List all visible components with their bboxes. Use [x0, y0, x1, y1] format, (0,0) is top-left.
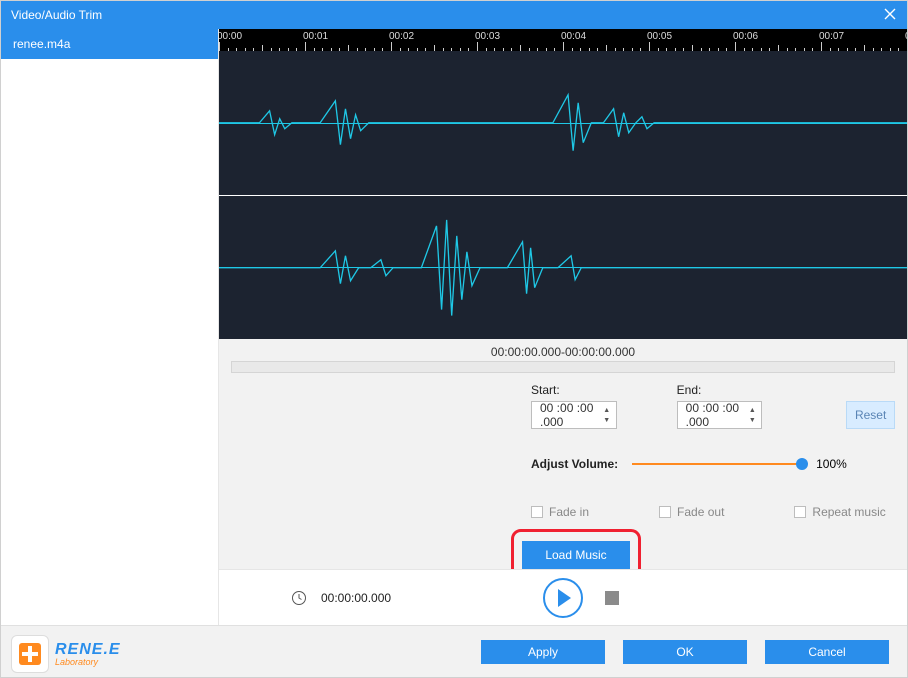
- play-button[interactable]: [543, 578, 583, 618]
- chevron-down-icon: ▼: [747, 415, 757, 425]
- ruler-tick-label: 00:06: [733, 31, 758, 42]
- sidebar-item-file[interactable]: renee.m4a: [1, 29, 218, 59]
- fade-out-label: Fade out: [677, 505, 724, 519]
- start-time-input[interactable]: 00 :00 :00 .000 ▲▼: [531, 401, 617, 429]
- close-icon: [884, 8, 896, 20]
- load-music-button[interactable]: Load Music: [522, 541, 630, 569]
- end-spinner[interactable]: ▲▼: [747, 405, 757, 425]
- current-time: 00:00:00.000: [321, 591, 391, 605]
- clock-icon: [291, 590, 307, 606]
- repeat-music-checkbox[interactable]: Repeat music: [794, 505, 885, 519]
- chevron-down-icon: ▼: [602, 415, 612, 425]
- ruler-tick-label: 00:02: [389, 31, 414, 42]
- ruler-tick-label: 00:03: [475, 31, 500, 42]
- titlebar: Video/Audio Trim: [1, 1, 907, 29]
- volume-label: Adjust Volume:: [531, 457, 618, 471]
- fade-in-label: Fade in: [549, 505, 589, 519]
- start-label: Start:: [531, 383, 617, 397]
- waveform-channel-2: [219, 195, 907, 340]
- ruler-tick-label: 00:00: [219, 31, 242, 42]
- stop-button[interactable]: [605, 591, 619, 605]
- chevron-up-icon: ▲: [747, 405, 757, 415]
- plus-icon: [19, 643, 41, 665]
- time-ruler[interactable]: 00:00 00:01 00:02 00:03 00:04 00:05 00:06 00:07…: [219, 29, 907, 51]
- reset-button[interactable]: Reset: [846, 401, 895, 429]
- brand-logo: RENE.E Laboratory: [11, 635, 121, 673]
- fade-in-checkbox[interactable]: Fade in: [531, 505, 589, 519]
- footer-bar: RENE.E Laboratory Apply OK Cancel: [1, 625, 907, 677]
- sidebar-item-label: renee.m4a: [13, 37, 70, 51]
- ruler-tick-label: 00:07: [819, 31, 844, 42]
- start-time-value: 00 :00 :00 .000: [540, 401, 596, 429]
- ruler-tick-label: 00:04: [561, 31, 586, 42]
- window-title: Video/Audio Trim: [11, 8, 102, 22]
- end-time-value: 00 :00 :00 .000: [686, 401, 742, 429]
- volume-percent: 100%: [816, 457, 847, 471]
- waveform-display[interactable]: [219, 51, 907, 339]
- play-icon: [558, 589, 571, 607]
- ok-button[interactable]: OK: [623, 640, 747, 664]
- logo-subtitle: Laboratory: [55, 658, 121, 667]
- app-window: Video/Audio Trim renee.m4a 00:0000:0100:…: [0, 0, 908, 678]
- close-button[interactable]: [881, 5, 899, 23]
- end-time-input[interactable]: 00 :00 :00 .000 ▲▼: [677, 401, 763, 429]
- fade-out-checkbox[interactable]: Fade out: [659, 505, 724, 519]
- ruler-tick-label: 00:01: [303, 31, 328, 42]
- chevron-up-icon: ▲: [602, 405, 612, 415]
- end-label: End:: [677, 383, 763, 397]
- waveform-channel-1: [219, 51, 907, 195]
- main-panel: 00:00 00:01 00:02 00:03 00:04 00:05 00:06 00:07…: [219, 29, 907, 625]
- volume-slider[interactable]: [632, 457, 802, 471]
- cancel-button[interactable]: Cancel: [765, 640, 889, 664]
- scrub-bar[interactable]: [231, 361, 895, 373]
- selection-range-text: 00:00:00.000-00:00:00.000: [219, 339, 907, 361]
- ruler-tick-label: 00:05: [647, 31, 672, 42]
- start-spinner[interactable]: ▲▼: [602, 405, 612, 425]
- file-sidebar: renee.m4a: [1, 29, 219, 625]
- repeat-music-label: Repeat music: [812, 505, 885, 519]
- ruler-tick-label: 00:08: [905, 31, 907, 42]
- apply-button[interactable]: Apply: [481, 640, 605, 664]
- logo-name: RENE.E: [55, 642, 121, 658]
- playback-bar: 00:00:00.000: [219, 569, 907, 625]
